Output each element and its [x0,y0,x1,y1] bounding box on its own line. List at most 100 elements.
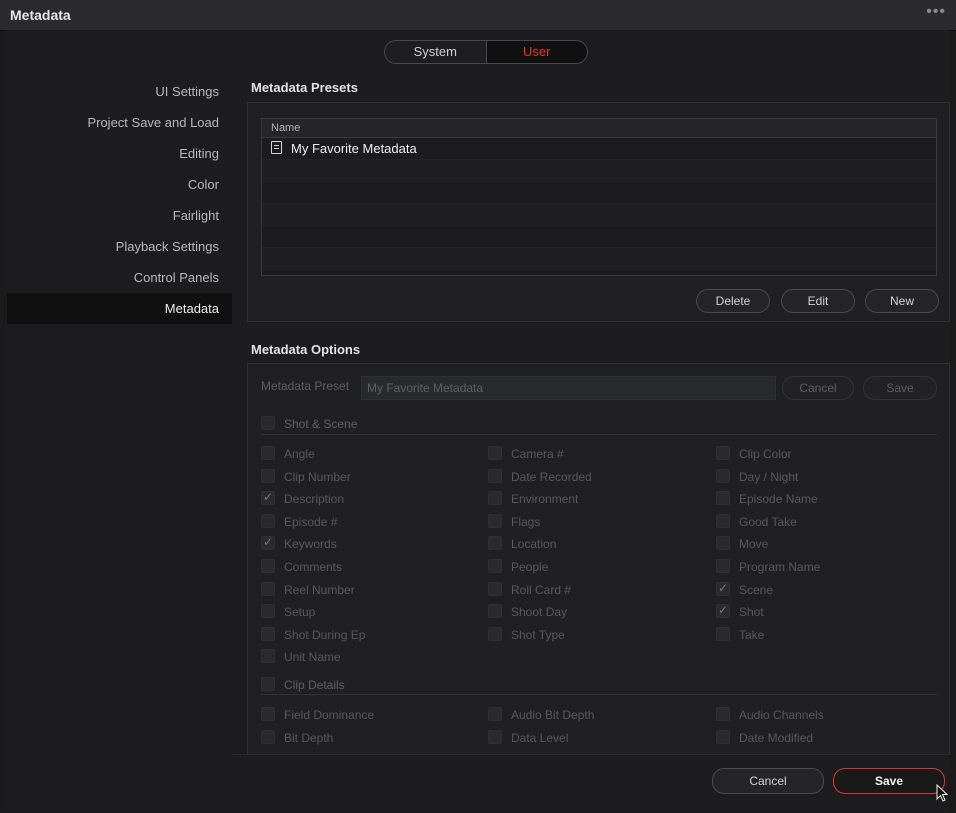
checkbox[interactable] [261,626,275,641]
column-header-name[interactable]: Name [262,119,936,138]
checkbox[interactable] [261,604,275,619]
checkbox[interactable] [716,729,730,744]
list-item[interactable]: My Favorite Metadata [262,138,936,160]
checkbox[interactable] [488,468,502,483]
checkbox[interactable] [488,626,502,641]
metadata-field-option[interactable]: Date Modified [716,729,814,745]
metadata-field-option[interactable]: Move [716,536,768,551]
metadata-field-option[interactable]: Description [261,490,344,506]
list-item-empty [262,182,936,204]
metadata-field-option[interactable]: Setup [261,604,315,619]
metadata-field-option[interactable]: Shot [716,603,764,619]
metadata-field-option[interactable]: Day / Night [716,468,798,484]
metadata-field-option[interactable]: Environment [488,491,578,506]
metadata-field-option[interactable]: Date Recorded [488,468,592,484]
user-tab[interactable]: User [486,41,587,63]
checkbox-checked[interactable] [261,535,275,551]
checkbox[interactable] [716,446,730,460]
checkbox[interactable] [488,729,502,744]
checkbox-checked[interactable] [716,603,730,619]
metadata-field-option[interactable]: Location [488,536,556,551]
metadata-field-option[interactable]: Good Take [716,513,797,529]
checkbox[interactable] [261,677,275,691]
metadata-field-option[interactable]: Field Dominance [261,707,374,722]
checkbox[interactable] [716,513,730,528]
checkbox[interactable] [488,581,502,596]
presets-list[interactable]: Name My Favorite Metadata [261,118,937,276]
sidebar-item-playback-settings[interactable]: Playback Settings [7,231,232,262]
field-label: Date Modified [739,730,814,745]
checkbox[interactable] [261,581,275,596]
metadata-field-option[interactable]: Data Level [488,729,568,745]
checkbox[interactable] [716,536,730,551]
metadata-field-option[interactable]: Unit Name [261,649,341,664]
metadata-field-option[interactable]: Take [716,626,765,642]
metadata-preset-field[interactable]: My Favorite Metadata [361,376,776,400]
checkbox[interactable] [261,513,275,528]
checkbox[interactable] [488,491,502,506]
group-header-clip-details[interactable]: Clip Details [261,677,345,692]
sidebar-item-color[interactable]: Color [7,169,232,200]
presets-section-title: Metadata Presets [251,80,358,95]
field-label: Date Recorded [511,469,592,484]
group-header-shot-scene[interactable]: Shot & Scene [261,416,357,431]
sidebar-item-fairlight[interactable]: Fairlight [7,200,232,231]
checkbox[interactable] [261,729,275,744]
checkbox-checked[interactable] [261,490,275,506]
field-label: Take [739,627,765,642]
metadata-field-option[interactable]: People [488,559,548,574]
scope-toggle[interactable]: System User [384,40,588,64]
metadata-field-option[interactable]: Scene [716,581,773,597]
metadata-field-option[interactable]: Bit Depth [261,729,333,745]
metadata-field-option[interactable]: Episode # [261,513,337,529]
metadata-field-option[interactable]: Episode Name [716,491,818,506]
checkbox[interactable] [488,513,502,528]
delete-button[interactable]: Delete [696,289,770,313]
checkbox[interactable] [261,559,275,573]
metadata-field-option[interactable]: Clip Number [261,468,351,484]
checkbox[interactable] [261,707,275,721]
checkbox[interactable] [488,559,502,573]
ellipsis-icon[interactable]: ••• [926,3,946,21]
checkbox[interactable] [488,707,502,721]
sidebar-item-ui-settings[interactable]: UI Settings [7,76,232,107]
sidebar-item-project-save-and-load[interactable]: Project Save and Load [7,107,232,138]
checkbox[interactable] [716,468,730,483]
metadata-field-option[interactable]: Roll Card # [488,581,571,597]
checkbox[interactable] [261,446,275,460]
options-cancel-button[interactable]: Cancel [782,376,854,400]
metadata-field-option[interactable]: Camera # [488,446,564,461]
metadata-field-option[interactable]: Audio Bit Depth [488,707,594,722]
checkbox[interactable] [488,604,502,619]
options-save-button[interactable]: Save [863,376,937,400]
metadata-field-option[interactable]: Audio Channels [716,707,824,722]
metadata-field-option[interactable]: Flags [488,513,540,529]
metadata-field-option[interactable]: Shoot Day [488,604,567,619]
checkbox[interactable] [488,536,502,551]
checkbox[interactable] [261,468,275,483]
checkbox[interactable] [716,707,730,721]
metadata-field-option[interactable]: Shot During Ep [261,626,365,642]
checkbox[interactable] [488,446,502,460]
metadata-field-option[interactable]: Clip Color [716,446,792,461]
metadata-field-option[interactable]: Program Name [716,559,820,574]
sidebar-item-control-panels[interactable]: Control Panels [7,262,232,293]
sidebar-item-editing[interactable]: Editing [7,138,232,169]
checkbox[interactable] [261,416,275,430]
metadata-field-option[interactable]: Comments [261,559,342,574]
metadata-field-option[interactable]: Angle [261,446,315,461]
edit-button[interactable]: Edit [781,289,855,313]
checkbox[interactable] [716,559,730,573]
checkbox-checked[interactable] [716,581,730,596]
checkbox[interactable] [716,626,730,641]
checkbox[interactable] [261,649,275,664]
save-button[interactable]: Save [833,768,945,794]
sidebar-item-metadata[interactable]: Metadata [7,293,232,324]
new-button[interactable]: New [865,289,939,313]
cancel-button[interactable]: Cancel [712,768,824,794]
checkbox[interactable] [716,491,730,506]
system-tab[interactable]: System [385,41,487,63]
metadata-field-option[interactable]: Reel Number [261,581,355,597]
metadata-field-option[interactable]: Shot Type [488,626,565,642]
metadata-field-option[interactable]: Keywords [261,535,337,551]
